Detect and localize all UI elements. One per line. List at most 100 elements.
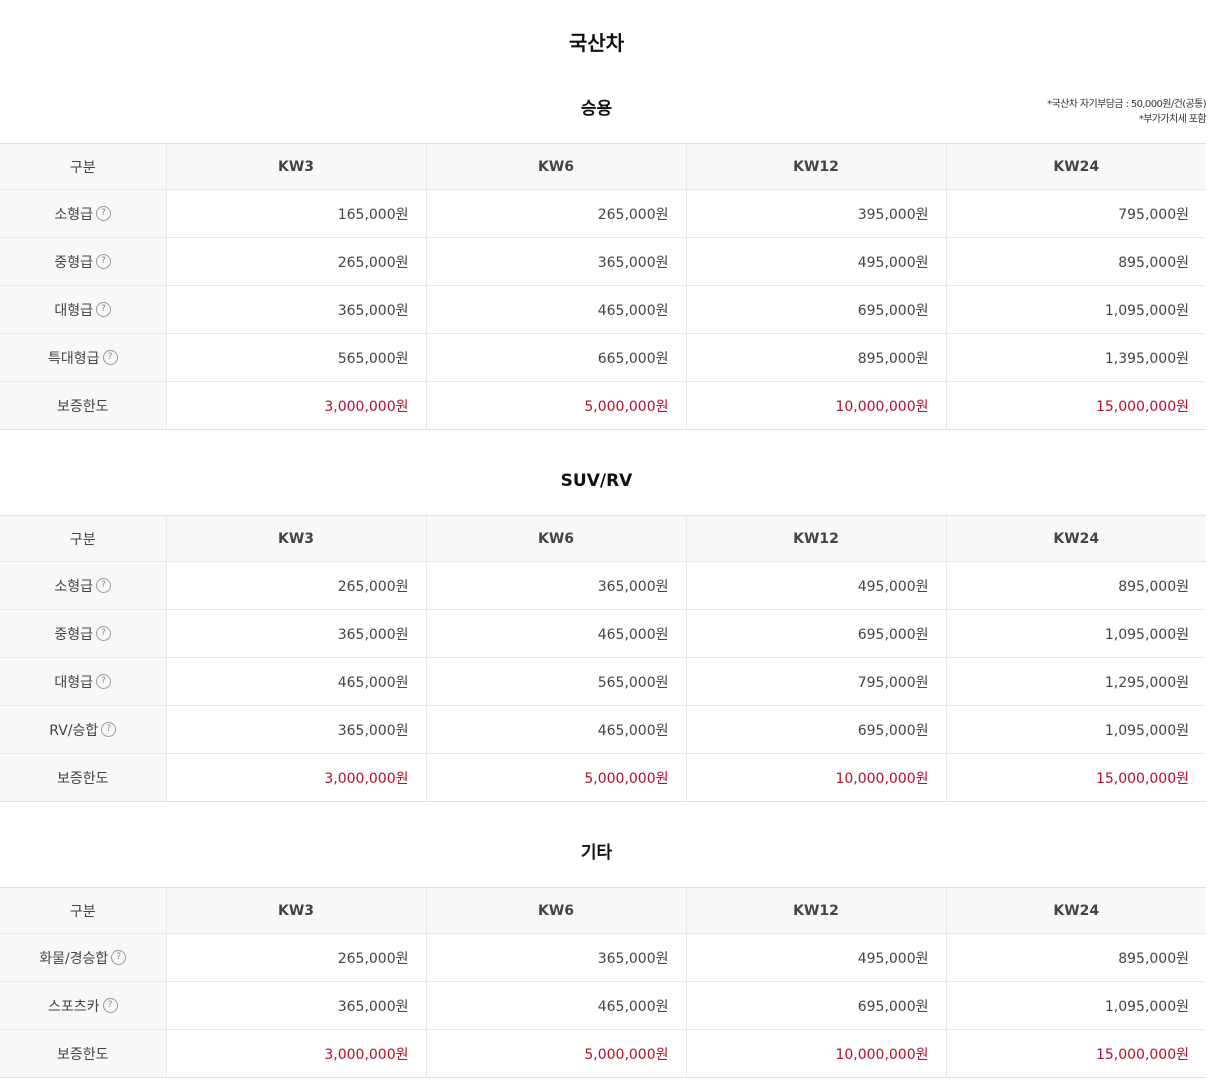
limit-value-cell: 15,000,000원 (945, 1029, 1206, 1078)
row-label: 소형급 (54, 206, 94, 223)
price-cell: 695,000원 (685, 609, 946, 658)
row-label: 특대형급 (47, 350, 100, 367)
price-cell: 265,000원 (165, 237, 426, 286)
row-label: 보증한도 (56, 1046, 109, 1063)
row-label: 대형급 (54, 674, 94, 691)
price-cell: 895,000원 (945, 237, 1206, 286)
question-circle-icon[interactable]: ? (96, 578, 112, 593)
limit-value-cell: 10,000,000원 (685, 1029, 946, 1078)
row-label-cell: RV/승합? (0, 705, 166, 754)
column-header: KW3 (165, 143, 426, 190)
column-header: KW24 (945, 515, 1206, 562)
price-cell: 395,000원 (685, 189, 946, 238)
price-cell: 495,000원 (685, 561, 946, 610)
table-row: 화물/경승합? 265,000원 365,000원 495,000원 895,000원 (0, 933, 1206, 982)
table-header-row: 구분 KW3 KW6 KW12 KW24 (0, 887, 1206, 934)
limit-value-cell: 3,000,000원 (165, 381, 426, 430)
limit-value-cell: 10,000,000원 (685, 753, 946, 802)
price-cell: 365,000원 (425, 933, 686, 982)
column-header: KW6 (425, 887, 686, 934)
question-circle-icon[interactable]: ? (111, 950, 127, 965)
price-cell: 365,000원 (425, 561, 686, 610)
price-cell: 665,000원 (425, 333, 686, 382)
question-circle-icon[interactable]: ? (96, 302, 112, 317)
row-label: 중형급 (54, 626, 94, 643)
price-cell: 365,000원 (165, 609, 426, 658)
price-cell: 1,095,000원 (945, 609, 1206, 658)
price-cell: 365,000원 (165, 705, 426, 754)
price-cell: 265,000원 (165, 561, 426, 610)
row-label: 대형급 (54, 302, 94, 319)
table-row: 대형급? 365,000원 465,000원 695,000원 1,095,000원 (0, 285, 1206, 334)
table-row: 중형급? 265,000원 365,000원 495,000원 895,000원 (0, 237, 1206, 286)
price-cell: 795,000원 (685, 657, 946, 706)
price-cell: 1,095,000원 (945, 981, 1206, 1030)
price-table-etc: 구분 KW3 KW6 KW12 KW24 화물/경승합? 265,000원 365,000원 4… (0, 887, 1206, 1078)
column-header: 구분 (0, 143, 166, 190)
column-header: KW3 (165, 515, 426, 562)
limit-value-cell: 5,000,000원 (425, 753, 686, 802)
question-circle-icon[interactable]: ? (96, 674, 112, 689)
limit-value-cell: 3,000,000원 (165, 753, 426, 802)
column-header: KW24 (945, 143, 1206, 190)
limit-value-cell: 3,000,000원 (165, 1029, 426, 1078)
price-cell: 495,000원 (685, 933, 946, 982)
row-label-cell: 대형급? (0, 657, 166, 706)
price-cell: 695,000원 (685, 285, 946, 334)
price-cell: 365,000원 (165, 285, 426, 334)
limit-value-cell: 15,000,000원 (945, 753, 1206, 802)
price-table-passenger: 구분 KW3 KW6 KW12 KW24 소형급? 165,000원 265,000원 395,… (0, 143, 1206, 430)
section-title-passenger: 승용 (580, 99, 613, 119)
column-header: KW12 (685, 143, 946, 190)
question-circle-icon[interactable]: ? (102, 350, 118, 365)
price-cell: 465,000원 (165, 657, 426, 706)
price-cell: 695,000원 (685, 705, 946, 754)
warranty-limit-row: 보증한도 3,000,000원 5,000,000원 10,000,000원 15,00… (0, 381, 1206, 430)
row-label: 보증한도 (56, 770, 109, 787)
column-header: 구분 (0, 887, 166, 934)
row-label-cell: 특대형급? (0, 333, 166, 382)
price-cell: 365,000원 (425, 237, 686, 286)
limit-value-cell: 10,000,000원 (685, 381, 946, 430)
row-label-cell: 보증한도 (0, 1029, 166, 1078)
row-label-cell: 스포츠카? (0, 981, 166, 1030)
table-header-row: 구분 KW3 KW6 KW12 KW24 (0, 515, 1206, 562)
question-circle-icon[interactable]: ? (96, 254, 112, 269)
row-label-cell: 소형급? (0, 189, 166, 238)
limit-value-cell: 5,000,000원 (425, 381, 686, 430)
row-label-cell: 소형급? (0, 561, 166, 610)
row-label: 보증한도 (56, 398, 109, 415)
price-cell: 465,000원 (425, 285, 686, 334)
row-label-cell: 화물/경승합? (0, 933, 166, 982)
price-cell: 465,000원 (425, 981, 686, 1030)
row-label-cell: 중형급? (0, 609, 166, 658)
row-label-cell: 대형급? (0, 285, 166, 334)
price-cell: 565,000원 (425, 657, 686, 706)
question-circle-icon[interactable]: ? (102, 998, 118, 1013)
price-cell: 165,000원 (165, 189, 426, 238)
column-header: KW12 (685, 515, 946, 562)
question-circle-icon[interactable]: ? (101, 722, 117, 737)
table-header-row: 구분 KW3 KW6 KW12 KW24 (0, 143, 1206, 190)
question-circle-icon[interactable]: ? (96, 626, 112, 641)
price-cell: 895,000원 (685, 333, 946, 382)
table-row: 특대형급? 565,000원 665,000원 895,000원 1,395,000원 (0, 333, 1206, 382)
table-row: RV/승합? 365,000원 465,000원 695,000원 1,095,000원 (0, 705, 1206, 754)
row-label: RV/승합 (49, 722, 99, 739)
page-title: 국산차 (568, 31, 625, 55)
price-cell: 895,000원 (945, 933, 1206, 982)
table-row: 스포츠카? 365,000원 465,000원 695,000원 1,095,000원 (0, 981, 1206, 1030)
price-cell: 465,000원 (425, 609, 686, 658)
table-row: 소형급? 165,000원 265,000원 395,000원 795,000원 (0, 189, 1206, 238)
section-title-suv-rv: SUV/RV (560, 471, 633, 491)
price-cell: 265,000원 (165, 933, 426, 982)
price-cell: 1,395,000원 (945, 333, 1206, 382)
question-circle-icon[interactable]: ? (96, 206, 112, 221)
price-cell: 1,295,000원 (945, 657, 1206, 706)
row-label: 화물/경승합 (39, 950, 109, 967)
price-cell: 1,095,000원 (945, 285, 1206, 334)
table-row: 대형급? 465,000원 565,000원 795,000원 1,295,000원 (0, 657, 1206, 706)
column-header: KW24 (945, 887, 1206, 934)
column-header: KW6 (425, 143, 686, 190)
row-label: 중형급 (54, 254, 94, 271)
